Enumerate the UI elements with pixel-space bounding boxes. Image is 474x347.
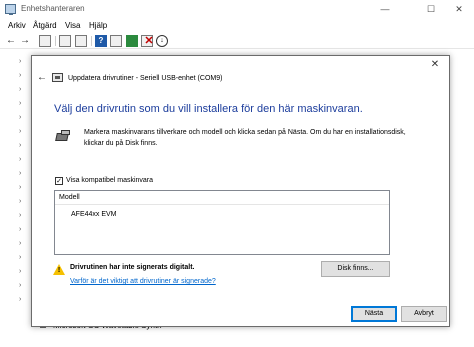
tree-expand-icon[interactable]: › [19,72,27,79]
tree-expand-icon[interactable]: › [19,156,27,163]
tree-expand-icon[interactable]: › [19,240,27,247]
menu-visa[interactable]: Visa [65,21,80,30]
dialog-close-button[interactable]: ✕ [428,58,442,72]
maximize-button[interactable]: ☐ [416,1,446,18]
dialog-title: Uppdatera drivrutiner - Seriell USB-enhe… [68,75,223,82]
cancel-button[interactable]: Avbryt [401,306,447,322]
forward-arrow-icon[interactable]: → [19,35,31,47]
model-column-header: Modell [59,194,80,201]
tree-expand-icon[interactable]: › [19,212,27,219]
tree-expand-icon[interactable]: › [19,296,27,303]
tree-expand-icon[interactable]: › [19,142,27,149]
next-button[interactable]: Nästa [351,306,397,322]
scan-hardware-icon[interactable] [126,35,138,47]
tree-expand-icon[interactable]: › [19,58,27,65]
download-icon[interactable]: ↓ [156,35,168,47]
tree-expand-icon[interactable]: › [19,254,27,261]
window-title: Enhetshanteraren [21,4,85,13]
list-view-icon[interactable] [75,35,87,47]
checkbox-check-icon[interactable]: ✓ [55,177,63,185]
tree-expand-icon[interactable]: › [19,100,27,107]
unsigned-driver-warning: Drivrutinen har inte signerats digitalt. [70,264,195,271]
have-disk-button[interactable]: Disk finns... [321,261,390,277]
menu-atgard[interactable]: Åtgärd [33,21,57,30]
device-manager-icon [5,4,16,15]
device-icon [52,73,63,82]
tree-expand-icon[interactable]: › [19,282,27,289]
model-list-item[interactable]: AFE44xx EVM [68,209,120,221]
tree-expand-icon[interactable]: › [19,198,27,205]
menu-hjalp[interactable]: Hjälp [89,21,107,30]
tree-expand-icon[interactable]: › [19,226,27,233]
tree-expand-icon[interactable]: › [19,114,27,121]
back-arrow-icon[interactable]: ← [5,35,17,47]
close-button[interactable]: ✕ [444,1,474,18]
warning-mark: ! [57,267,61,274]
checkbox-label[interactable]: Visa kompatibel maskinvara [66,177,153,184]
toolbar-separator [55,36,56,46]
properties-icon[interactable] [59,35,71,47]
model-item-label: AFE44xx EVM [71,211,117,218]
uninstall-icon[interactable]: ✕ [143,35,155,47]
model-list-header[interactable]: Modell [55,191,389,205]
tree-expand-icon[interactable]: › [19,268,27,275]
hardware-icon [55,130,71,143]
dialog-heading: Välj den drivrutin som du vill installer… [54,103,363,115]
device-tree-icon[interactable] [39,35,51,47]
minimize-button[interactable]: — [370,1,400,18]
menu-bar: Arkiv Åtgärd Visa Hjälp [0,19,474,33]
help-icon[interactable]: ? [95,35,107,47]
tree-expand-icon[interactable]: › [19,128,27,135]
tree-expand-icon[interactable]: › [19,184,27,191]
resources-icon[interactable] [110,35,122,47]
title-bar: Enhetshanteraren — ☐ ✕ [0,0,474,19]
signed-driver-info-link[interactable]: Varför är det viktigt att drivrutiner är… [70,278,216,285]
model-list[interactable]: Modell AFE44xx EVM [54,190,390,255]
update-driver-dialog: ✕ ← Uppdatera drivrutiner - Seriell USB-… [31,55,450,327]
toolbar: ← → ? ✕ ↓ [0,33,474,49]
tree-expand-icon[interactable]: › [19,170,27,177]
tree-expand-icon[interactable]: › [19,86,27,93]
instructions-text: Markera maskinvarans tillverkare och mod… [84,129,406,147]
back-arrow-icon[interactable]: ← [37,73,47,83]
toolbar-separator [91,36,92,46]
menu-arkiv[interactable]: Arkiv [8,21,26,30]
